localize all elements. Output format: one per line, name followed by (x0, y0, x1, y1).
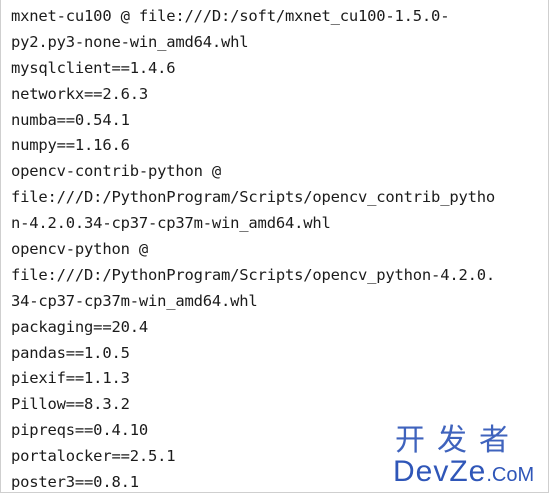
text-line: py2.py3-none-win_amd64.whl (11, 32, 249, 51)
text-line: opencv-python @ (11, 240, 148, 259)
text-line: pandas==1.0.5 (11, 343, 130, 362)
requirements-text-panel: mxnet-cu100 @ file:///D:/soft/mxnet_cu10… (0, 0, 549, 493)
text-line: Pillow==8.3.2 (11, 395, 130, 414)
text-line: piexif==1.1.3 (11, 369, 130, 388)
text-line: file:///D:/PythonProgram/Scripts/opencv_… (11, 188, 495, 207)
text-line: opencv-contrib-python @ (11, 162, 222, 181)
text-line: packaging==20.4 (11, 317, 148, 336)
text-line: file:///D:/PythonProgram/Scripts/opencv_… (11, 265, 495, 284)
text-line: numba==0.54.1 (11, 110, 130, 129)
text-line: n-4.2.0.34-cp37-cp37m-win_amd64.whl (11, 214, 331, 233)
text-line: networkx==2.6.3 (11, 84, 148, 103)
text-line: mysqlclient==1.4.6 (11, 58, 176, 77)
text-line: pipreqs==0.4.10 (11, 421, 148, 440)
requirements-list: mxnet-cu100 @ file:///D:/soft/mxnet_cu10… (11, 4, 544, 496)
text-line: 34-cp37-cp37m-win_amd64.whl (11, 291, 258, 310)
text-line: poster3==0.8.1 (11, 473, 139, 492)
text-line: numpy==1.16.6 (11, 136, 130, 155)
text-line: mxnet-cu100 @ file:///D:/soft/mxnet_cu10… (11, 7, 450, 25)
text-line: portalocker==2.5.1 (11, 447, 176, 466)
